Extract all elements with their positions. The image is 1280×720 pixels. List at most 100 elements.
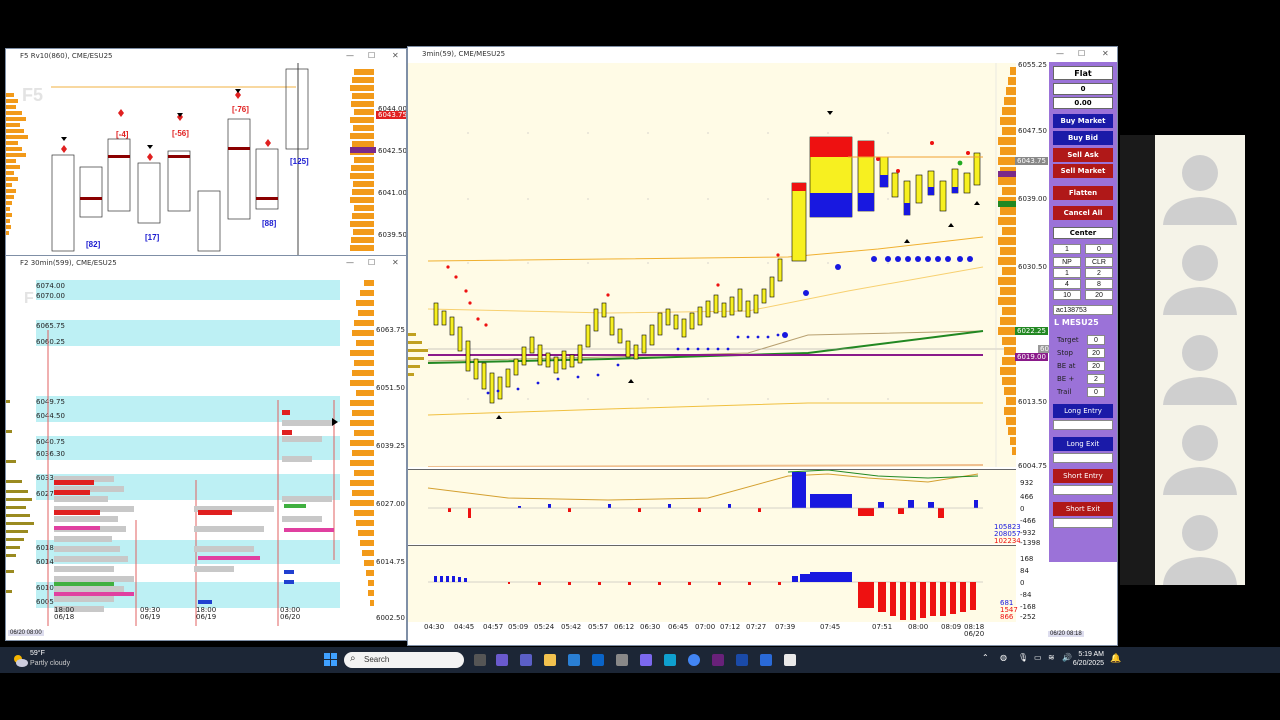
minimize-icon[interactable]: — — [1056, 47, 1064, 61]
main-titlebar[interactable]: 3min(59), CME/MESU25 — ☐ ✕ — [408, 47, 1117, 61]
long-entry-dropdown[interactable] — [1053, 420, 1113, 430]
f2-left-profile — [6, 400, 34, 593]
green-level-tag: 6022.25 — [1015, 327, 1048, 335]
sell-ask-button[interactable]: Sell Ask — [1053, 148, 1113, 162]
be-at-input[interactable]: 20 — [1087, 361, 1105, 371]
time-label: 06/19 — [140, 613, 161, 621]
buy-bid-button[interactable]: Buy Bid — [1053, 131, 1113, 145]
display-icon[interactable]: ▭ — [1034, 653, 1042, 662]
time-label: 05:57 — [588, 623, 609, 631]
purple-level-tag: 6019.00 — [1015, 353, 1048, 361]
participant-avatar-icon[interactable] — [1155, 315, 1245, 405]
copilot-icon[interactable] — [496, 654, 508, 666]
clr-button[interactable]: CLR — [1085, 257, 1113, 267]
short-exit-button[interactable]: Short Exit — [1053, 502, 1113, 516]
trail-input[interactable]: 0 — [1087, 387, 1105, 397]
app-window-icon[interactable] — [784, 654, 796, 666]
qty-preset-button[interactable]: 4 — [1053, 279, 1081, 289]
network-icon[interactable]: ◍ — [1000, 653, 1007, 662]
search-box[interactable]: ⌕ Search — [344, 652, 464, 668]
be-plus-input[interactable]: 2 — [1087, 374, 1105, 384]
ind2-axis-label: 0 — [1020, 579, 1025, 587]
delta-label: [-4] — [116, 130, 129, 139]
ind2-axis-label: 168 — [1020, 555, 1034, 563]
f2-window[interactable]: F2 30min(599), CME/ESU25 — ☐ ✕ F 6074.00… — [5, 255, 407, 641]
close-icon[interactable]: ✕ — [392, 256, 399, 270]
f5-window[interactable]: F5 Rv10(860), CME/ESU25 — ☐ ✕ F5 [-4] [-… — [5, 48, 407, 256]
flatten-button[interactable]: Flatten — [1053, 186, 1113, 200]
stop-input[interactable]: 20 — [1087, 348, 1105, 358]
time-label: 04:30 — [424, 623, 445, 631]
indicator-pane-2[interactable] — [408, 545, 1016, 622]
f2-titlebar[interactable]: F2 30min(599), CME/ESU25 — ☐ ✕ — [6, 256, 406, 270]
be-at-label: BE at — [1057, 362, 1076, 370]
cancel-all-button[interactable]: Cancel All — [1053, 206, 1113, 220]
f5-chart-area[interactable]: F5 [-4] [-56] [-76] [82] [17] [88] [125] — [6, 63, 376, 255]
sell-market-button[interactable]: Sell Market — [1053, 164, 1113, 178]
short-entry-button[interactable]: Short Entry — [1053, 469, 1113, 483]
qty-preset-button[interactable]: 10 — [1053, 290, 1081, 300]
f5-titlebar[interactable]: F5 Rv10(860), CME/ESU25 — ☐ ✕ — [6, 49, 406, 63]
f2-chart-area[interactable]: F 6074.00 6070.00 6065.75 6060.25 6049.7… — [6, 270, 350, 626]
short-exit-dropdown[interactable] — [1053, 518, 1113, 528]
clock-time[interactable]: 5:19 AM — [1064, 651, 1104, 658]
long-exit-button[interactable]: Long Exit — [1053, 437, 1113, 451]
minimize-icon[interactable]: — — [346, 49, 354, 63]
short-entry-dropdown[interactable] — [1053, 485, 1113, 495]
weather-icon[interactable] — [12, 652, 28, 668]
windows-start-icon[interactable] — [324, 653, 338, 667]
time-label: 06/19 — [196, 613, 217, 621]
qty-preset-button[interactable]: 20 — [1085, 290, 1113, 300]
trading-app-icon[interactable] — [736, 654, 748, 666]
qty-preset-button[interactable]: 8 — [1085, 279, 1113, 289]
participant-avatar-icon[interactable] — [1155, 135, 1245, 225]
chrome-icon[interactable] — [688, 654, 700, 666]
file-explorer-icon[interactable] — [544, 654, 556, 666]
time-label: 06/20 — [280, 613, 301, 621]
f2-price-label: 6027.00 — [376, 500, 405, 508]
account-select[interactable]: ac138753 — [1053, 305, 1113, 315]
clock-date[interactable]: 6/20/2025 — [1060, 660, 1104, 667]
order-qty-input[interactable]: 1 — [1053, 244, 1081, 254]
maximize-icon[interactable]: ☐ — [1078, 47, 1085, 61]
close-icon[interactable]: ✕ — [392, 49, 399, 63]
indicator-pane-1[interactable] — [408, 469, 1016, 544]
participant-avatar-icon[interactable] — [1155, 225, 1245, 315]
notification-bell-icon[interactable]: 🔔 — [1110, 653, 1121, 664]
target-input[interactable]: 0 — [1087, 335, 1105, 345]
minimize-icon[interactable]: — — [346, 256, 354, 270]
candlestick-chart — [427, 63, 1016, 467]
chart-app-icon[interactable] — [760, 654, 772, 666]
task-view-icon[interactable] — [474, 654, 486, 666]
maximize-icon[interactable]: ☐ — [368, 256, 375, 270]
participant-avatar-icon[interactable] — [1155, 495, 1245, 585]
visual-studio-icon[interactable] — [712, 654, 724, 666]
participant-avatar-icon[interactable] — [1155, 405, 1245, 495]
ind1-axis-label: 932 — [1020, 479, 1034, 487]
qty-preset-button[interactable]: 2 — [1085, 268, 1113, 278]
maximize-icon[interactable]: ☐ — [368, 49, 375, 63]
chevron-up-icon[interactable]: ⌃ — [982, 653, 989, 662]
np-button[interactable]: NP — [1053, 257, 1081, 267]
order-qty-zero[interactable]: 0 — [1085, 244, 1113, 254]
ind2-axis-label: 84 — [1020, 567, 1029, 575]
long-entry-button[interactable]: Long Entry — [1053, 404, 1113, 418]
settings-gear-icon[interactable] — [616, 654, 628, 666]
f5-volume-profile — [6, 93, 28, 235]
qty-preset-button[interactable]: 1 — [1053, 268, 1081, 278]
close-icon[interactable]: ✕ — [1102, 47, 1109, 61]
long-exit-dropdown[interactable] — [1053, 453, 1113, 463]
store-icon[interactable] — [568, 654, 580, 666]
wifi-icon[interactable]: ≋ — [1048, 653, 1055, 662]
price-pane[interactable] — [408, 63, 1016, 467]
buy-market-button[interactable]: Buy Market — [1053, 114, 1113, 128]
main-chart-window[interactable]: 3min(59), CME/MESU25 — ☐ ✕ 6055.25 6047.… — [407, 46, 1118, 646]
microphone-icon[interactable]: 🎙 — [1018, 653, 1028, 662]
outlook-icon[interactable] — [592, 654, 604, 666]
teams-icon[interactable] — [520, 654, 532, 666]
edge-icon[interactable] — [664, 654, 676, 666]
center-button[interactable]: Center — [1053, 227, 1113, 239]
onenote-icon[interactable] — [640, 654, 652, 666]
f2-price-label: 6002.50 — [376, 614, 405, 622]
time-label: 05:42 — [561, 623, 582, 631]
